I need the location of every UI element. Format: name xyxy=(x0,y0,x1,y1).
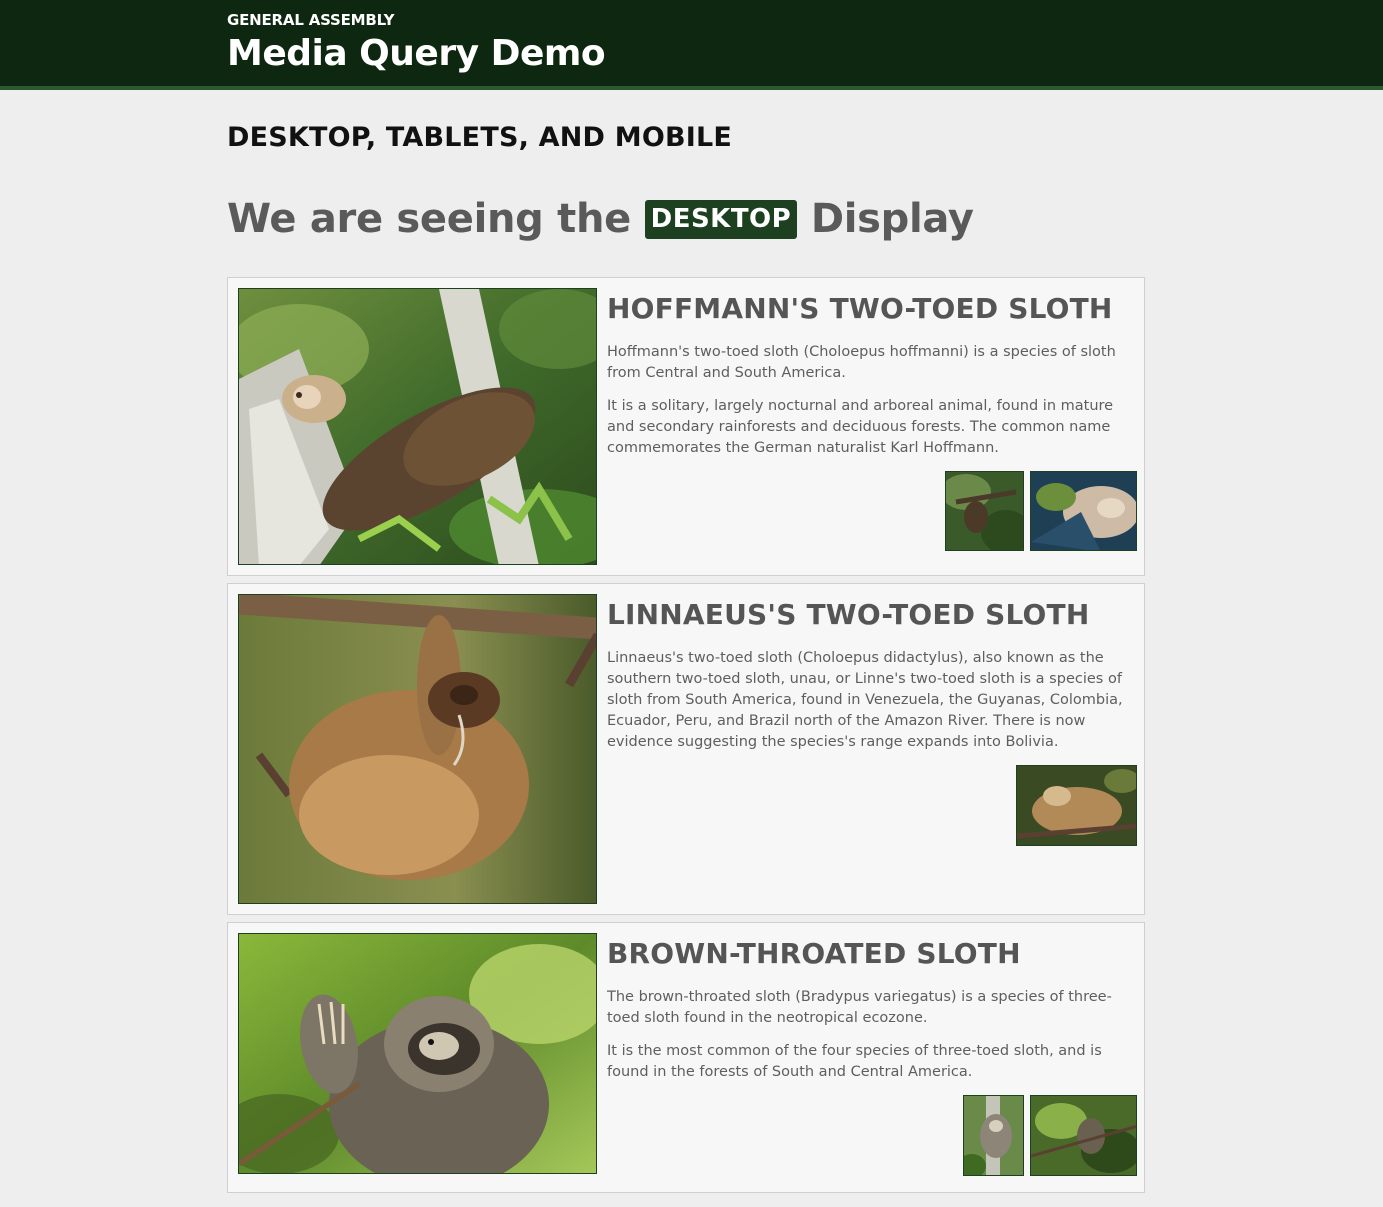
brand-label: GENERAL ASSEMBLY xyxy=(227,11,395,29)
sloth-thumbnail[interactable] xyxy=(1030,1095,1137,1176)
display-heading-prefix: We are seeing the xyxy=(227,196,631,242)
page-subtitle: DESKTOP, TABLETS, AND MOBILE xyxy=(227,122,733,153)
sloth-description: It is a solitary, largely nocturnal and … xyxy=(607,398,1114,456)
sloth-title: HOFFMANN'S TWO-TOED SLOTH xyxy=(607,292,1113,325)
sloth-card-linnaeuss: LINNAEUS'S TWO-TOED SLOTH Linnaeus's two… xyxy=(227,583,1145,915)
sloth-description: Linnaeus's two-toed sloth (Choloepus did… xyxy=(607,650,1123,750)
sloth-main-photo xyxy=(238,933,597,1174)
display-mode-badge: DESKTOP xyxy=(644,200,798,239)
sloth-title: BROWN-THROATED SLOTH xyxy=(607,937,1021,970)
site-header: GENERAL ASSEMBLY Media Query Demo xyxy=(0,0,1383,90)
sloth-description: Hoffmann's two-toed sloth (Choloepus hof… xyxy=(607,344,1116,381)
sloth-main-photo xyxy=(238,594,597,904)
display-heading-suffix: Display xyxy=(810,196,974,242)
display-heading: We are seeing the DESKTOP Display xyxy=(227,196,974,242)
sloth-description: It is the most common of the four specie… xyxy=(607,1043,1102,1080)
sloth-thumbnail[interactable] xyxy=(1016,765,1137,846)
site-title: Media Query Demo xyxy=(227,33,606,74)
sloth-card-brown-throated: BROWN-THROATED SLOTH The brown-throated … xyxy=(227,922,1145,1193)
sloth-thumbnail[interactable] xyxy=(945,471,1024,551)
sloth-title: LINNAEUS'S TWO-TOED SLOTH xyxy=(607,598,1090,631)
sloth-card-hoffmanns: HOFFMANN'S TWO-TOED SLOTH Hoffmann's two… xyxy=(227,277,1145,576)
sloth-description: The brown-throated sloth (Bradypus varie… xyxy=(607,989,1112,1026)
sloth-thumbnail[interactable] xyxy=(963,1095,1024,1176)
sloth-main-photo xyxy=(238,288,597,565)
sloth-thumbnail[interactable] xyxy=(1030,471,1137,551)
